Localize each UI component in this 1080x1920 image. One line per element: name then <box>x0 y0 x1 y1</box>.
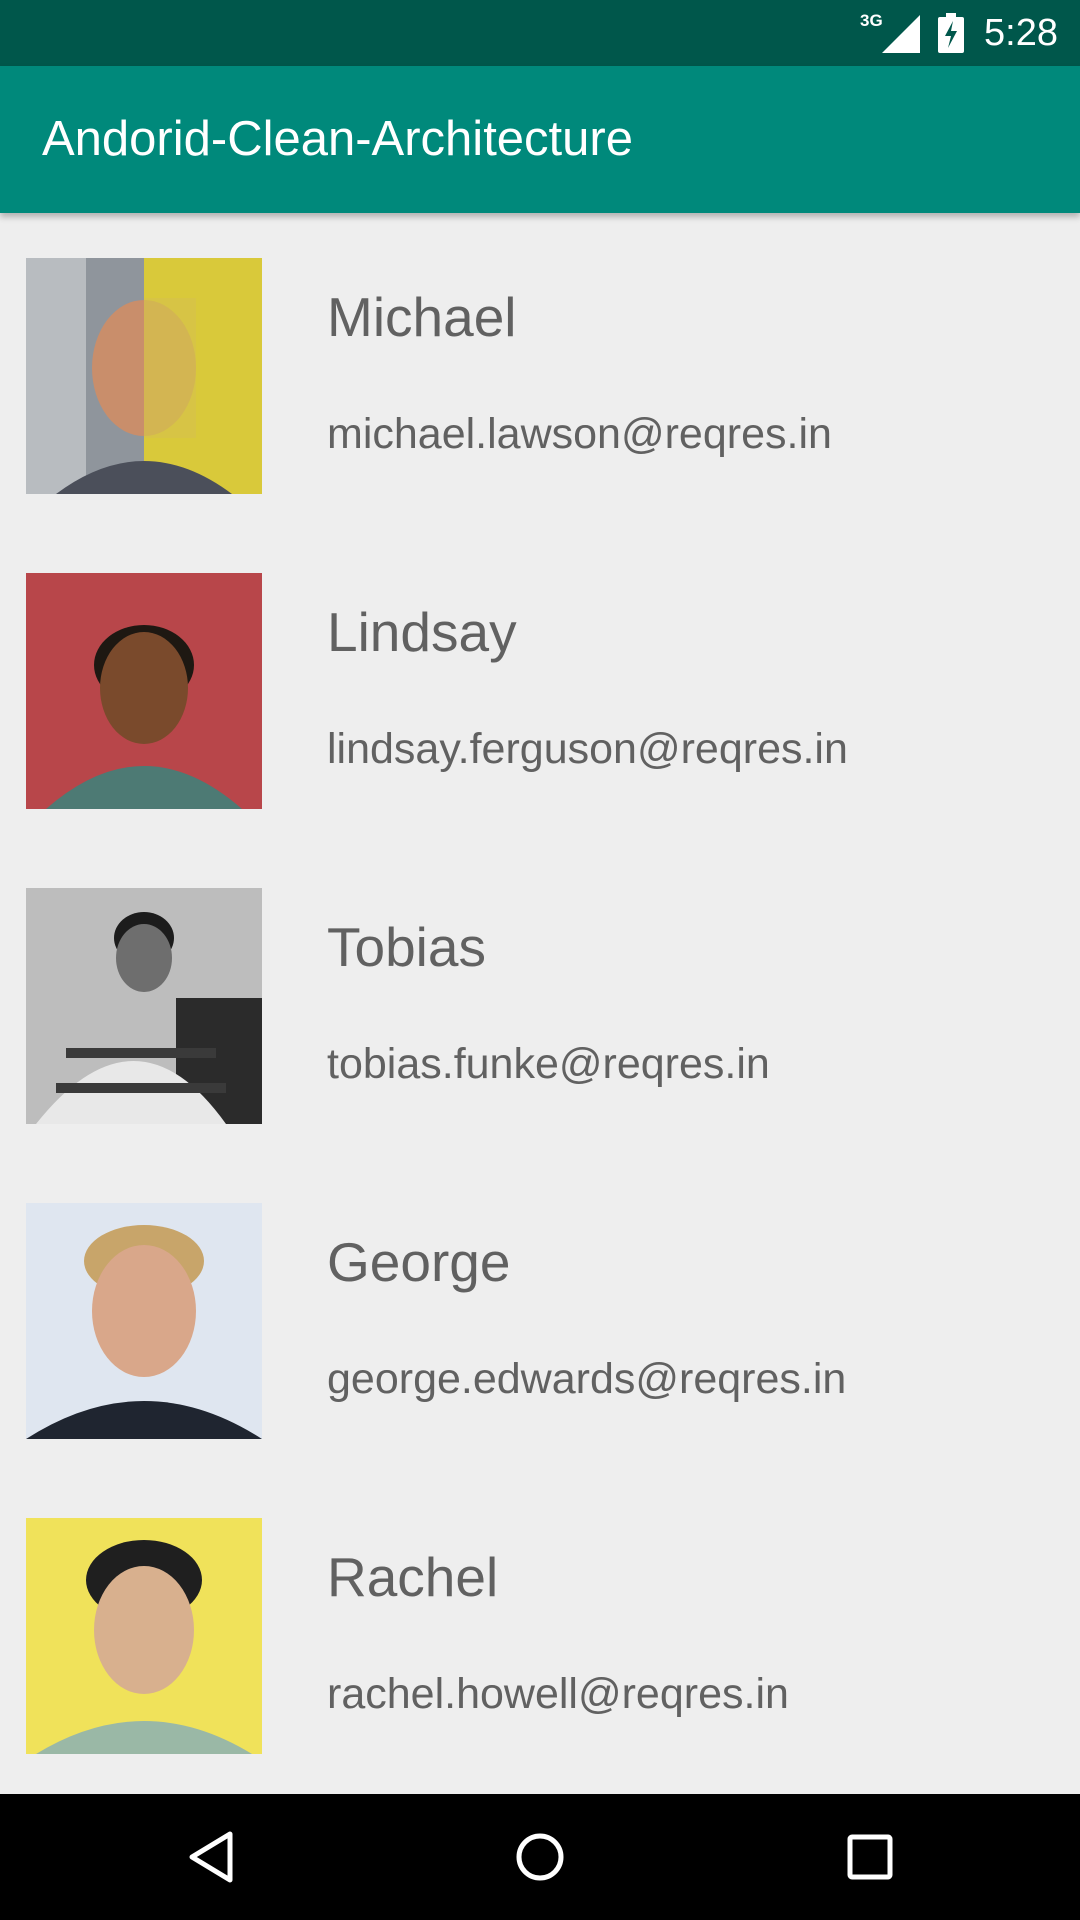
battery-charging-icon <box>938 13 965 53</box>
network-type-label: 3G <box>860 11 883 30</box>
user-avatar <box>26 888 262 1124</box>
user-list-item[interactable]: Lindsay lindsay.ferguson@reqres.in <box>0 528 1080 843</box>
user-list[interactable]: Michael michael.lawson@reqres.in Lindsay… <box>0 213 1080 1794</box>
user-avatar <box>26 1518 262 1754</box>
user-email: michael.lawson@reqres.in <box>327 410 832 458</box>
user-name: George <box>327 1231 511 1293</box>
clock: 5:28 <box>984 11 1058 54</box>
user-avatar <box>26 258 262 494</box>
user-avatar <box>26 1203 262 1439</box>
user-list-item[interactable]: Tobias tobias.funke@reqres.in <box>0 843 1080 1158</box>
user-name: Lindsay <box>327 601 517 663</box>
user-email: lindsay.ferguson@reqres.in <box>327 725 848 773</box>
user-list-item[interactable]: Michael michael.lawson@reqres.in <box>0 213 1080 528</box>
app-bar: Andorid-Clean-Architecture <box>0 66 1080 213</box>
user-list-item[interactable]: Rachel rachel.howell@reqres.in <box>0 1473 1080 1788</box>
user-name: Tobias <box>327 916 486 978</box>
home-icon[interactable] <box>500 1817 580 1897</box>
user-email: rachel.howell@reqres.in <box>327 1670 789 1718</box>
user-name: Michael <box>327 286 517 348</box>
recents-icon[interactable] <box>830 1817 910 1897</box>
user-email: tobias.funke@reqres.in <box>327 1040 770 1088</box>
back-icon[interactable] <box>170 1817 250 1897</box>
app-title: Andorid-Clean-Architecture <box>42 112 633 166</box>
status-icons: 3G 5:28 <box>860 0 1058 66</box>
signal-icon: 3G <box>860 11 921 53</box>
navigation-bar <box>0 1794 1080 1920</box>
user-avatar <box>26 573 262 809</box>
user-list-item[interactable]: George george.edwards@reqres.in <box>0 1158 1080 1473</box>
user-email: george.edwards@reqres.in <box>327 1355 847 1403</box>
status-bar: 3G 5:28 <box>0 0 1080 66</box>
user-name: Rachel <box>327 1546 499 1608</box>
